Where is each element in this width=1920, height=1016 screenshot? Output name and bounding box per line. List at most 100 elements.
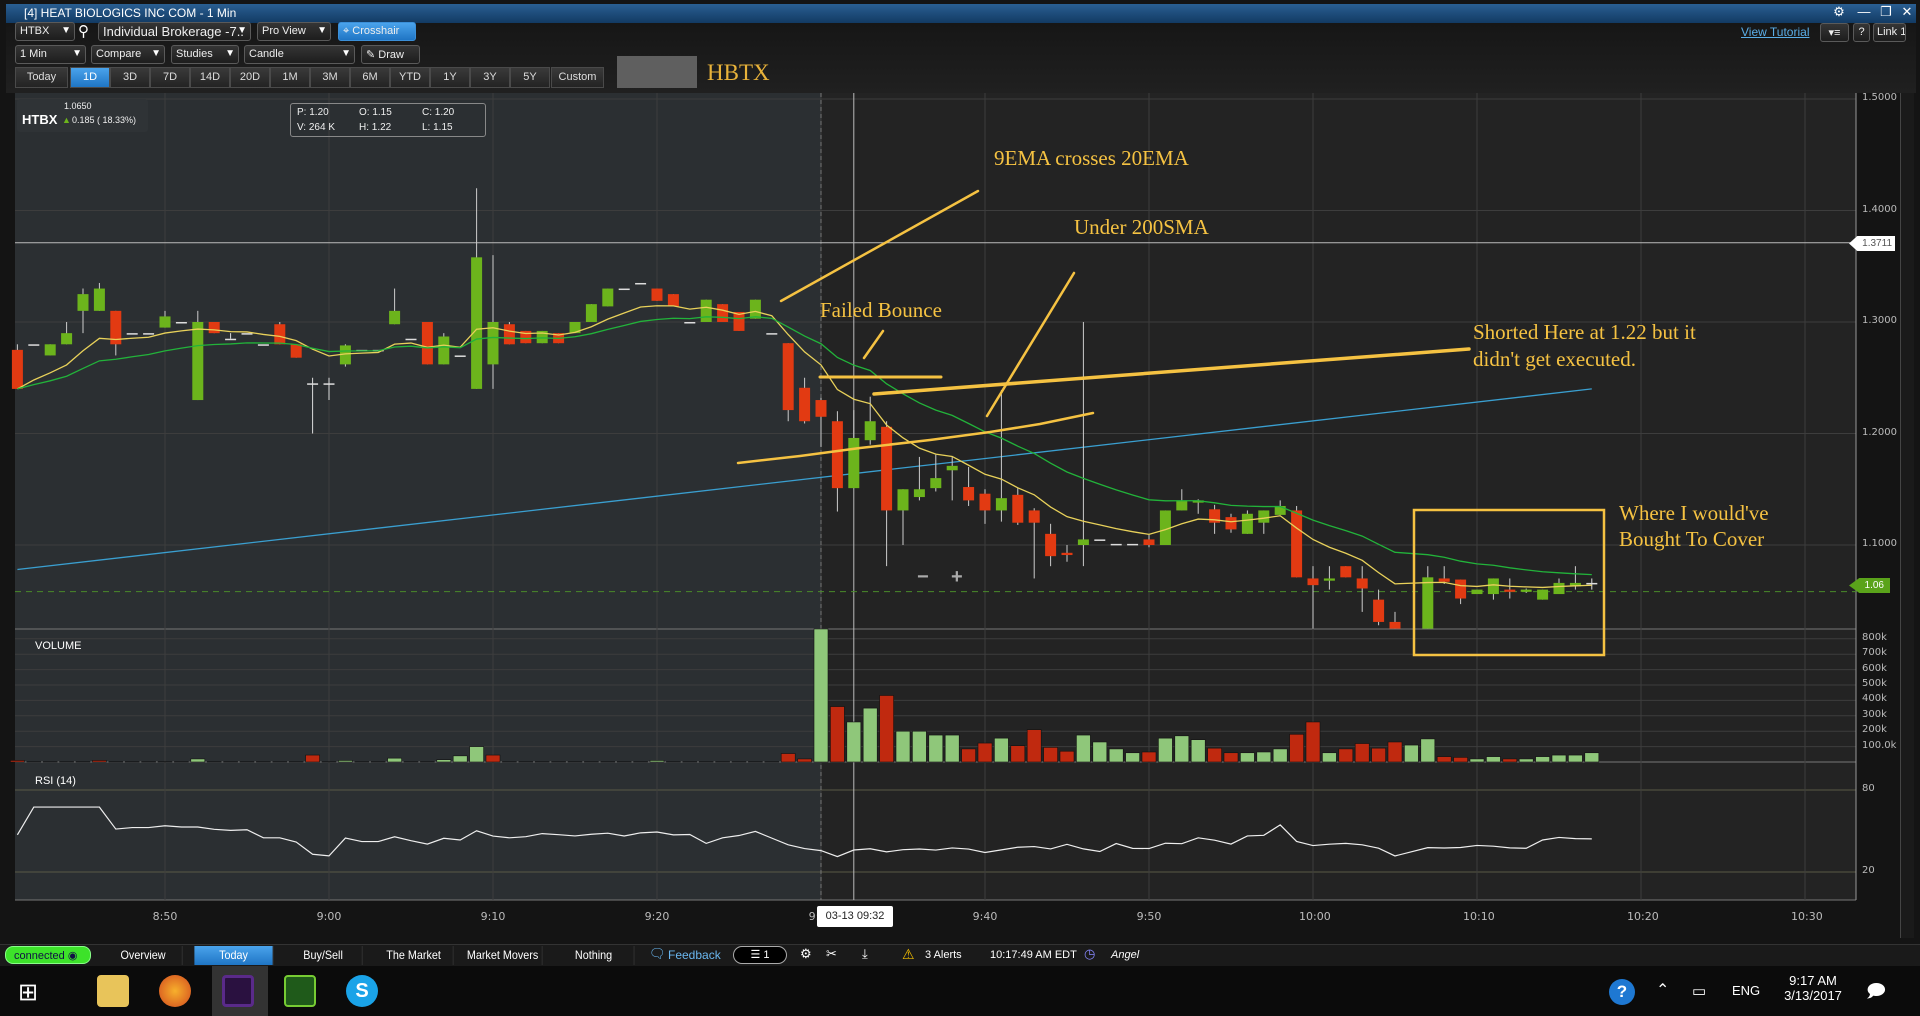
zoom-out-button[interactable]: − [917, 566, 929, 589]
time-tick-label: 9:40 [972, 910, 998, 923]
language-indicator[interactable]: ENG [1732, 983, 1760, 998]
candle-body [913, 489, 925, 498]
volume-bar [1207, 747, 1222, 763]
candle-body [257, 344, 269, 346]
rsi-line [16, 806, 1592, 858]
feedback-icon: 🗨 [649, 946, 666, 961]
time-tick-label: 9:20 [644, 910, 670, 923]
time-tick-label: 10:30 [1791, 910, 1823, 923]
candle-body [77, 294, 89, 311]
skype-icon[interactable]: S [346, 975, 378, 1007]
candle-body [192, 322, 204, 401]
rsi-tick-label: 80 [1862, 783, 1875, 794]
ohlc-low: L: 1.15 [422, 122, 453, 133]
candle-body [1258, 510, 1270, 523]
candle-body [717, 304, 729, 322]
trading-app-icon[interactable] [284, 975, 316, 1007]
volume-bar [961, 748, 976, 763]
volume-bar [928, 734, 944, 763]
zoom-in-button[interactable]: + [951, 566, 963, 589]
user-name: Angel [1111, 949, 1140, 961]
candle-body [28, 344, 40, 346]
status-tab-market-movers[interactable]: Market Movers [463, 946, 543, 965]
volume-bar [813, 628, 829, 763]
candle-body [1307, 578, 1319, 586]
status-tab-nothing[interactable]: Nothing [554, 946, 635, 965]
volume-bar [1256, 751, 1272, 763]
app-icon[interactable] [222, 975, 254, 1007]
volume-bar [649, 760, 665, 763]
candle-body [1291, 510, 1303, 578]
volume-bar [1453, 757, 1468, 763]
volume-bar [1223, 752, 1239, 763]
price-tick-label: 1.1000 [1862, 538, 1897, 549]
candle-body [766, 333, 778, 335]
candle-body [1127, 543, 1139, 546]
windows-start-icon[interactable]: ⊞ [18, 978, 38, 1007]
warning-icon: ⚠ [902, 946, 915, 962]
firefox-icon[interactable] [159, 975, 191, 1007]
rsi-tick-label: 20 [1862, 865, 1875, 876]
volume-bar [1535, 756, 1550, 763]
price-tick-label: 1.5000 [1862, 92, 1897, 103]
tools-icon[interactable]: ✂ [826, 946, 837, 962]
taskbar-clock[interactable]: 9:17 AM 3/13/2017 [1780, 973, 1846, 1003]
ohlc-close: C: 1.20 [422, 107, 455, 118]
candle-body [1274, 505, 1286, 515]
volume-bar [1108, 748, 1124, 763]
feedback-link[interactable]: Feedback [668, 948, 721, 962]
settings-icon[interactable]: ⚙ [800, 946, 812, 962]
volume-bar [1338, 748, 1354, 763]
candle-body [1537, 589, 1549, 600]
candle-body [831, 421, 843, 489]
candle-body [700, 299, 712, 322]
candle-body [864, 421, 876, 441]
volume-bar [1240, 752, 1255, 763]
crosshair-time-tag: 03-13 09:32 [817, 906, 893, 927]
status-tab-overview[interactable]: Overview [104, 946, 183, 965]
time-tick-label: 9:00 [316, 910, 342, 923]
notification-icon[interactable]: 🗩 [1866, 979, 1886, 1009]
volume-bar [1190, 739, 1206, 763]
volume-bar [469, 746, 484, 763]
volume-bar [1305, 721, 1321, 763]
candle-body [421, 322, 433, 365]
battery-icon[interactable]: ▭ [1692, 982, 1706, 1000]
alerts-count[interactable]: 3 Alerts [925, 949, 962, 961]
volume-bar [1469, 758, 1485, 763]
candle-body [241, 333, 253, 335]
download-icon[interactable]: ⤓ [862, 946, 868, 962]
candle-body [1422, 577, 1434, 629]
file-explorer-icon[interactable] [97, 975, 129, 1007]
status-time: 10:17:49 AM EDT [990, 949, 1077, 961]
volume-bar [1486, 756, 1501, 763]
crosshair-price-tag: 1.3711 [1849, 236, 1895, 251]
candle-body [405, 338, 417, 341]
volume-tick-label: 200k [1862, 724, 1887, 736]
candle-body [307, 383, 319, 385]
volume-tick-label: 500k [1862, 678, 1887, 689]
annotation-ema-cross: 9EMA crosses 20EMA [994, 146, 1189, 170]
price-tick-label: 1.2000 [1862, 426, 1897, 438]
candle-body [1061, 552, 1073, 556]
volume-bar [436, 759, 452, 763]
volume-bar [994, 737, 1009, 763]
status-tab-buy-sell[interactable]: Buy/Sell [284, 946, 363, 965]
volume-bar [1404, 744, 1419, 763]
volume-bar [1568, 754, 1583, 763]
clock-icon: ◷ [1084, 946, 1096, 961]
candle-body [1520, 589, 1532, 592]
volume-bar [338, 760, 353, 763]
help-icon[interactable]: ? [1609, 979, 1635, 1005]
annotation-sma-highlight [736, 411, 1095, 465]
chevron-up-icon[interactable]: ⌃ [1656, 980, 1669, 1000]
status-tab-the-market[interactable]: The Market [374, 946, 454, 965]
volume-bar [1387, 741, 1403, 763]
volume-bar [944, 734, 960, 763]
volume-bar [879, 695, 894, 763]
volume-bar [1125, 752, 1140, 763]
layout-counter[interactable]: ☰ 1 [733, 946, 787, 964]
ohlc-open: O: 1.15 [359, 107, 392, 118]
status-tab-today[interactable]: Today [194, 946, 274, 965]
annotation-cover-line1: Where I would've [1619, 501, 1769, 525]
